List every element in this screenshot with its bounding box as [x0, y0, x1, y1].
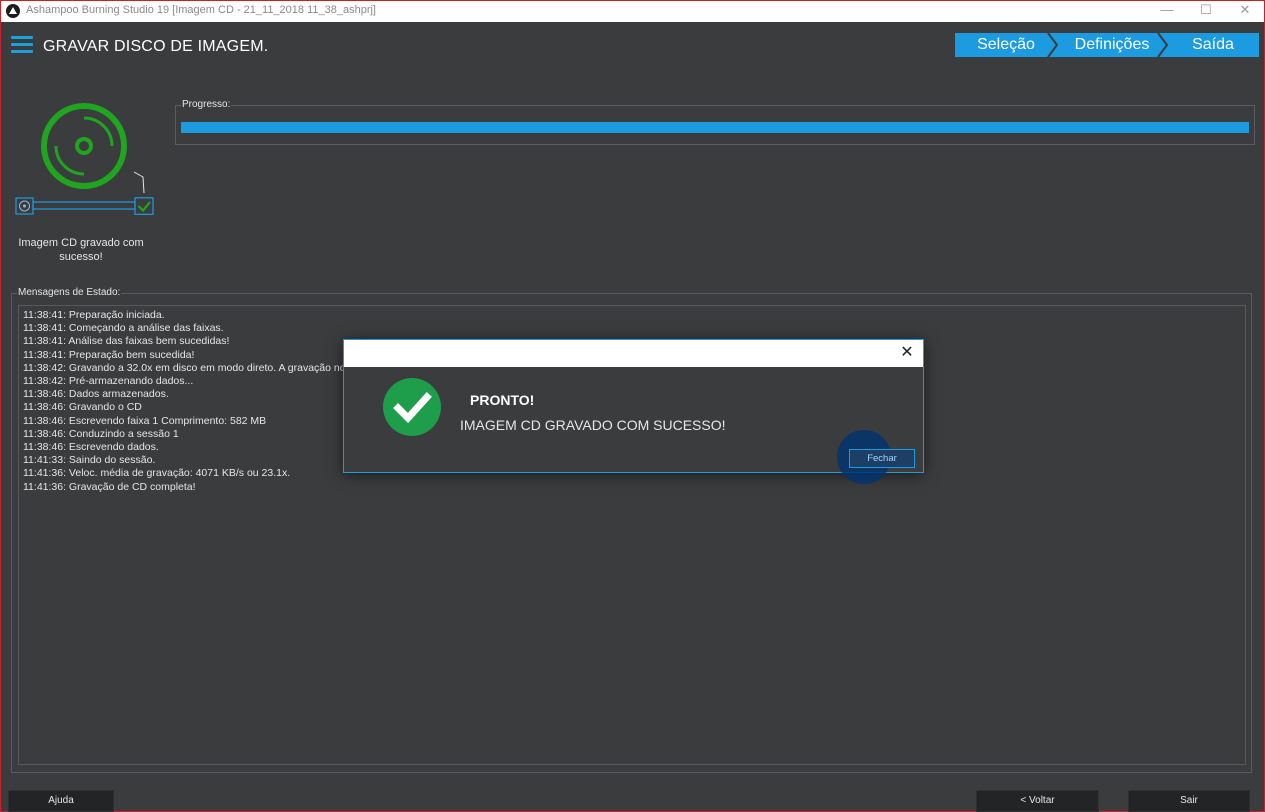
dialog-heading: PRONTO! [470, 392, 535, 408]
app-window: Ashampoo Burning Studio 19 [Imagem CD - … [0, 0, 1265, 812]
status-message-line: 11:41:36: Gravação de CD completa! [23, 480, 196, 493]
wizard-steps: Seleção Definições Saída [955, 33, 1259, 57]
progress-fill [181, 122, 1249, 133]
close-button[interactable]: ✕ [1225, 1, 1265, 22]
hamburger-menu-icon[interactable] [11, 36, 33, 54]
title-bar: Ashampoo Burning Studio 19 [Imagem CD - … [1, 1, 1264, 22]
window-title: Ashampoo Burning Studio 19 [Imagem CD - … [26, 4, 376, 16]
ashampoo-logo-icon [6, 4, 20, 18]
dialog-titlebar: ✕ [344, 340, 923, 367]
progress-group: Progresso: [175, 99, 1255, 145]
exit-button[interactable]: Sair [1128, 790, 1250, 812]
chevron-right-icon [1157, 33, 1169, 57]
success-check-icon [383, 378, 441, 436]
connector-line [133, 171, 145, 194]
burn-status-caption: Imagem CD gravado com sucesso! [18, 237, 144, 263]
status-message-line: 11:38:41: Começando a análise das faixas… [23, 322, 224, 335]
back-button[interactable]: < Voltar [976, 790, 1099, 812]
step-label: Seleção [977, 36, 1035, 53]
close-dialog-button[interactable]: Fechar [849, 449, 915, 468]
chevron-right-icon [1047, 33, 1059, 57]
maximize-button[interactable]: ☐ [1186, 1, 1226, 22]
dialog-message: IMAGEM CD GRAVADO COM SUCESSO! [460, 417, 726, 433]
success-dialog: ✕ PRONTO! IMAGEM CD GRAVADO COM SUCESSO!… [343, 339, 924, 484]
step-selecao[interactable]: Seleção [955, 33, 1059, 57]
status-messages-label: Mensagens de Estado: [17, 287, 122, 299]
step-definicoes[interactable]: Definições [1057, 33, 1169, 57]
step-saida[interactable]: Saída [1167, 33, 1259, 57]
help-button[interactable]: Ajuda [8, 790, 114, 812]
minimize-button[interactable]: — [1147, 1, 1187, 22]
status-message-line: 11:38:41: Preparação iniciada. [23, 309, 165, 321]
progress-label: Progresso: [181, 99, 232, 111]
progress-bar [181, 122, 1249, 133]
disc-success-icon [41, 103, 127, 189]
page-title: GRAVAR DISCO DE IMAGEM. [43, 38, 269, 55]
step-label: Definições [1074, 36, 1150, 53]
step-label: Saída [1192, 36, 1234, 53]
dialog-close-button[interactable]: ✕ [897, 343, 917, 363]
burn-progress-track [15, 197, 154, 215]
